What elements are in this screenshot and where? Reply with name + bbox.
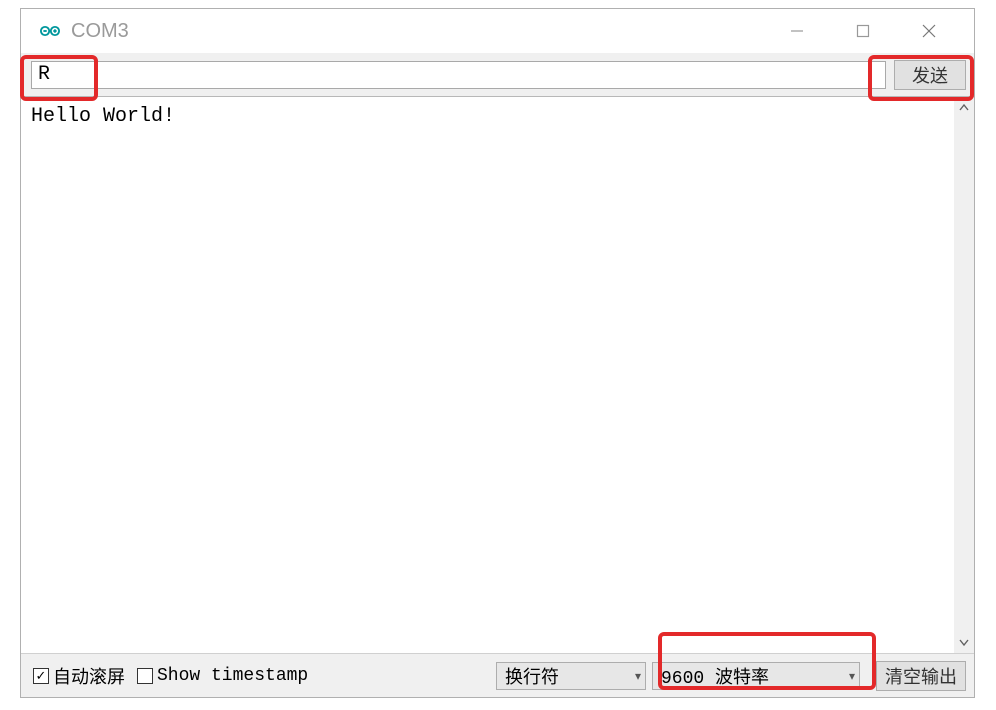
- chevron-down-icon: ▾: [849, 669, 855, 683]
- scroll-down-icon[interactable]: [955, 633, 973, 651]
- chevron-down-icon: ▾: [635, 669, 641, 683]
- maximize-button[interactable]: [844, 16, 882, 46]
- newline-selected: 换行符: [505, 663, 617, 689]
- serial-output: Hello World!: [21, 97, 954, 653]
- scroll-up-icon[interactable]: [955, 99, 973, 117]
- baudrate-select[interactable]: 9600 波特率 ▾: [652, 662, 860, 690]
- autoscroll-checkbox[interactable]: 自动滚屏: [33, 663, 125, 689]
- serial-input[interactable]: [31, 61, 886, 89]
- vertical-scrollbar[interactable]: [954, 97, 974, 653]
- output-area: Hello World!: [21, 97, 974, 653]
- close-button[interactable]: [910, 16, 948, 46]
- arduino-icon: [39, 20, 61, 42]
- checkbox-checked-icon: [33, 668, 49, 684]
- timestamp-label: Show timestamp: [157, 666, 308, 686]
- serial-monitor-window: COM3 发送 Hello World!: [20, 8, 975, 698]
- clear-output-button[interactable]: 清空输出: [876, 661, 966, 691]
- autoscroll-label: 自动滚屏: [53, 663, 125, 689]
- timestamp-checkbox[interactable]: Show timestamp: [137, 666, 308, 686]
- checkbox-unchecked-icon: [137, 668, 153, 684]
- titlebar: COM3: [21, 9, 974, 53]
- caption-buttons: [778, 16, 968, 46]
- input-row: 发送: [21, 53, 974, 97]
- baudrate-selected: 9600 波特率: [661, 663, 831, 689]
- send-button[interactable]: 发送: [894, 60, 966, 90]
- bottom-bar: 自动滚屏 Show timestamp 换行符 ▾ 9600 波特率 ▾ 清空输…: [21, 653, 974, 697]
- window-title: COM3: [71, 20, 778, 43]
- newline-select[interactable]: 换行符 ▾: [496, 662, 646, 690]
- minimize-button[interactable]: [778, 16, 816, 46]
